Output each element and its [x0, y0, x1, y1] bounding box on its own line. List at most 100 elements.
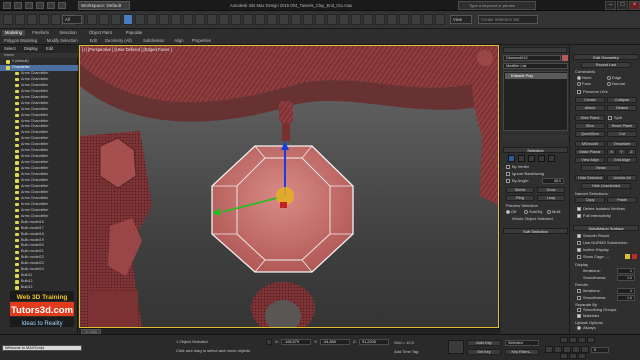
copy-button[interactable]: Copy [575, 197, 605, 203]
edit-named-selection-icon[interactable] [255, 14, 265, 25]
redo-icon[interactable] [58, 2, 66, 9]
object-visibility-icon[interactable] [15, 238, 19, 243]
zoom-extents-icon[interactable] [578, 337, 586, 343]
make-planar-button[interactable]: Make Planar [575, 149, 605, 155]
use-pivot-point-icon[interactable] [171, 14, 181, 25]
auto-key-button[interactable]: Auto Key [467, 340, 501, 346]
y-coordinate-field[interactable]: -54,855 [320, 339, 350, 345]
show-cage-checkbox[interactable] [577, 255, 581, 259]
bind-space-warp-icon[interactable] [51, 14, 61, 25]
stack-item-editable-poly[interactable]: Editable Poly [505, 73, 567, 79]
render-iterations-checkbox[interactable] [577, 289, 581, 293]
add-time-tag-button[interactable]: Add Time Tag [394, 349, 418, 354]
zoom-all-icon[interactable] [569, 337, 577, 343]
by-vertex-checkbox[interactable] [506, 165, 510, 169]
attach-button[interactable]: Attach [575, 105, 605, 111]
workspace-dropdown[interactable]: Workspace: Default [78, 1, 130, 10]
collapse-button[interactable]: Collapse [607, 97, 637, 103]
object-visibility-icon[interactable] [15, 84, 19, 88]
object-visibility-icon[interactable] [15, 95, 19, 100]
reset-plane-button[interactable]: Reset Plane [607, 123, 637, 129]
polygon-mode-icon[interactable] [538, 155, 545, 162]
object-visibility-icon[interactable] [15, 113, 19, 118]
save-file-icon[interactable] [36, 2, 44, 9]
toggle-scene-explorer-icon[interactable] [291, 14, 301, 25]
percent-snap-icon[interactable] [231, 14, 241, 25]
link-icon[interactable] [27, 14, 37, 25]
go-to-start-icon[interactable] [545, 346, 553, 353]
object-visibility-icon[interactable] [15, 226, 19, 231]
object-visibility-icon[interactable] [15, 203, 19, 207]
set-key-button[interactable]: Set Key [467, 349, 501, 355]
angle-spinner[interactable]: 45.0 [542, 178, 564, 184]
object-visibility-icon[interactable] [15, 185, 19, 189]
preview-off-radio[interactable] [506, 210, 510, 214]
explorer-column-header[interactable]: Name [0, 53, 78, 58]
orbit-icon[interactable] [569, 353, 577, 359]
vertex-mode-icon[interactable] [508, 155, 515, 162]
viewport-label[interactable]: [+] [Perspective ] [User Defined ] [Edge… [82, 47, 172, 52]
gizmo-pivot[interactable] [280, 202, 287, 208]
redo-icon[interactable] [15, 14, 25, 25]
smooth-result-checkbox[interactable] [577, 234, 581, 238]
object-visibility-icon[interactable] [15, 232, 19, 237]
render-smoothness-spinner[interactable]: 1.0 [617, 295, 635, 301]
next-frame-icon[interactable] [572, 346, 580, 353]
zoom-icon[interactable] [560, 337, 568, 343]
select-by-name-icon[interactable] [87, 14, 97, 25]
slice-button[interactable]: Slice [575, 123, 605, 129]
ribbon-tab-modeling[interactable]: Modeling [2, 30, 25, 36]
panel-tabs[interactable] [503, 47, 567, 53]
grow-button[interactable]: Grow [537, 187, 565, 193]
ribbon-panel-properties[interactable]: Properties [192, 37, 211, 44]
object-visibility-icon[interactable] [15, 90, 19, 94]
planar-x-button[interactable]: X [607, 149, 616, 155]
relax-button[interactable]: Relax [581, 165, 621, 171]
constraint-none-radio[interactable] [577, 76, 581, 80]
select-and-rotate-icon[interactable] [135, 14, 145, 25]
object-visibility-icon[interactable] [15, 268, 19, 272]
window-crossing-icon[interactable] [111, 14, 121, 25]
perspective-viewport[interactable]: [+] [Perspective ] [User Defined ] [Edge… [79, 45, 499, 328]
object-visibility-icon[interactable] [15, 125, 19, 130]
object-visibility-icon[interactable] [15, 101, 19, 106]
ribbon-tab-populate[interactable]: Populate [123, 30, 146, 36]
use-nurms-checkbox[interactable] [577, 241, 581, 245]
hide-unselected-button[interactable]: Hide Unselected [581, 183, 631, 189]
slice-plane-button[interactable]: Slice Plane [575, 115, 605, 121]
display-iterations-spinner[interactable]: 1 [617, 268, 635, 274]
set-key-icon[interactable] [448, 340, 464, 354]
hide-selected-button[interactable]: Hide Selected [575, 175, 605, 181]
align-icon[interactable] [279, 14, 289, 25]
unhide-all-button[interactable]: Unhide All [607, 175, 637, 181]
display-smoothness-spinner[interactable]: 1.0 [617, 275, 635, 281]
object-visibility-icon[interactable] [6, 60, 10, 64]
lock-selection-icon[interactable] [266, 339, 272, 345]
ribbon-panel-subdivision[interactable]: Subdivision [143, 37, 164, 44]
object-visibility-icon[interactable] [15, 149, 19, 153]
previous-frame-icon[interactable] [554, 346, 562, 353]
ribbon-panel-modify-selection[interactable]: Modify Selection [47, 37, 78, 44]
ribbon-panel-geometry-all-[interactable]: Geometry (All) [105, 37, 132, 44]
cage-selected-color-swatch[interactable] [632, 254, 637, 259]
object-visibility-icon[interactable] [15, 161, 19, 165]
select-and-scale-icon[interactable] [147, 14, 157, 25]
object-visibility-icon[interactable] [15, 179, 19, 183]
subdivision-surface-rollout[interactable]: Subdivision Surface [573, 225, 639, 231]
ribbon-panel-polygon-modeling[interactable]: Polygon Modeling [4, 37, 37, 44]
materials-checkbox[interactable] [577, 314, 581, 318]
field-of-view-icon[interactable] [587, 337, 595, 343]
object-visibility-icon[interactable] [15, 143, 19, 147]
rect-select-region-icon[interactable] [99, 14, 109, 25]
ribbon-tab-object-paint[interactable]: Object Paint [86, 30, 115, 36]
selection-rollout[interactable]: Selection [503, 147, 568, 153]
explorer-tab-edit[interactable]: Edit [46, 46, 53, 52]
object-visibility-icon[interactable] [15, 256, 19, 260]
explorer-tab-display[interactable]: Display [24, 46, 38, 52]
cut-button[interactable]: Cut [607, 131, 637, 137]
by-angle-checkbox[interactable] [506, 179, 510, 183]
preview-multi-radio[interactable] [547, 210, 551, 214]
maximize-button[interactable]: □ [617, 1, 628, 10]
object-visibility-icon[interactable] [15, 155, 19, 159]
keyboard-shortcut-override-icon[interactable] [195, 14, 205, 25]
